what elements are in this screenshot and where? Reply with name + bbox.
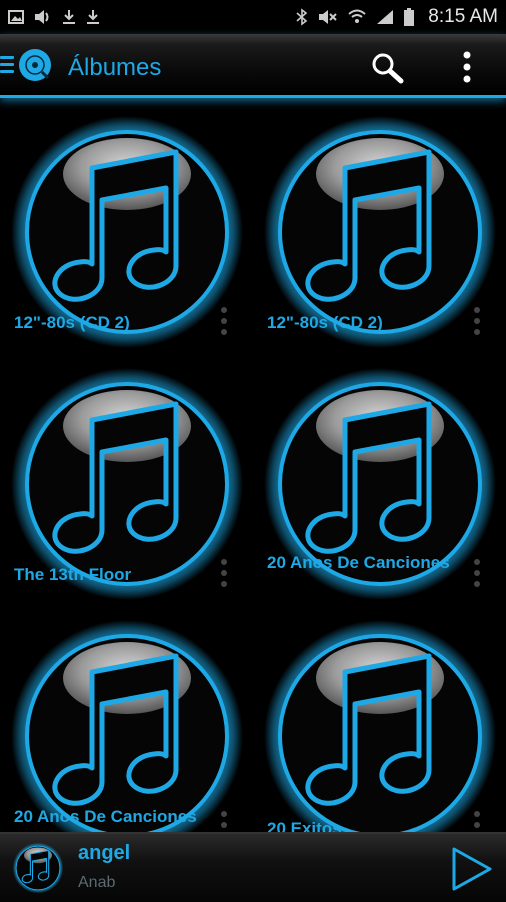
album-title: 12"-80s (CD 2) <box>267 313 383 332</box>
overflow-menu-icon[interactable] <box>471 306 483 336</box>
play-icon[interactable] <box>446 844 496 894</box>
album-tile[interactable]: 20 Anos De Canciones <box>0 604 253 832</box>
album-title: 20 Anos De Canciones <box>14 807 197 826</box>
music-note-icon <box>261 620 499 832</box>
action-bar: Álbumes <box>0 34 506 98</box>
bluetooth-icon <box>296 8 308 26</box>
album-title: 20 Exitos <box>267 819 342 832</box>
search-icon[interactable] <box>370 52 406 84</box>
album-tile[interactable]: 12"-80s (CD 2) <box>253 100 506 352</box>
overflow-menu-icon[interactable] <box>218 810 230 832</box>
now-playing-artist: Anab <box>78 874 116 891</box>
battery-icon <box>404 8 415 26</box>
signal-icon <box>377 10 394 24</box>
volume-icon <box>35 10 49 24</box>
page-title: Álbumes <box>68 54 162 81</box>
hamburger-icon[interactable] <box>0 56 14 74</box>
album-tile[interactable]: 20 Anos De Canciones <box>253 352 506 604</box>
download-icon <box>63 10 75 24</box>
overflow-menu-icon[interactable] <box>218 306 230 336</box>
wifi-icon <box>348 9 366 23</box>
status-time: 8:15 AM <box>428 6 498 27</box>
disc-icon[interactable] <box>18 48 52 82</box>
overflow-menu-icon[interactable] <box>471 810 483 832</box>
now-playing-bar[interactable]: angel Anab <box>0 832 506 902</box>
album-grid: 12"-80s (CD 2) 12"-80s (CD 2) The 13th F… <box>0 100 506 832</box>
music-note-icon <box>8 620 246 832</box>
album-title: 20 Anos De Canciones <box>267 553 450 572</box>
album-tile[interactable]: The 13th Floor <box>0 352 253 604</box>
album-tile[interactable]: 12"-80s (CD 2) <box>0 100 253 352</box>
status-left <box>8 9 100 25</box>
status-right: 8:15 AM <box>296 6 498 28</box>
album-title: 12"-80s (CD 2) <box>14 313 130 332</box>
status-bar: 8:15 AM <box>0 0 506 34</box>
overflow-menu-icon[interactable] <box>218 558 230 588</box>
music-note-icon <box>12 842 64 894</box>
mute-icon <box>319 10 337 24</box>
download-icon <box>87 10 99 24</box>
now-playing-title: angel <box>78 842 131 864</box>
album-title: The 13th Floor <box>14 565 132 584</box>
overflow-menu-icon[interactable] <box>471 558 483 588</box>
image-icon <box>8 10 24 24</box>
album-tile[interactable]: 20 Exitos <box>253 604 506 832</box>
overflow-menu-icon[interactable] <box>458 50 476 84</box>
